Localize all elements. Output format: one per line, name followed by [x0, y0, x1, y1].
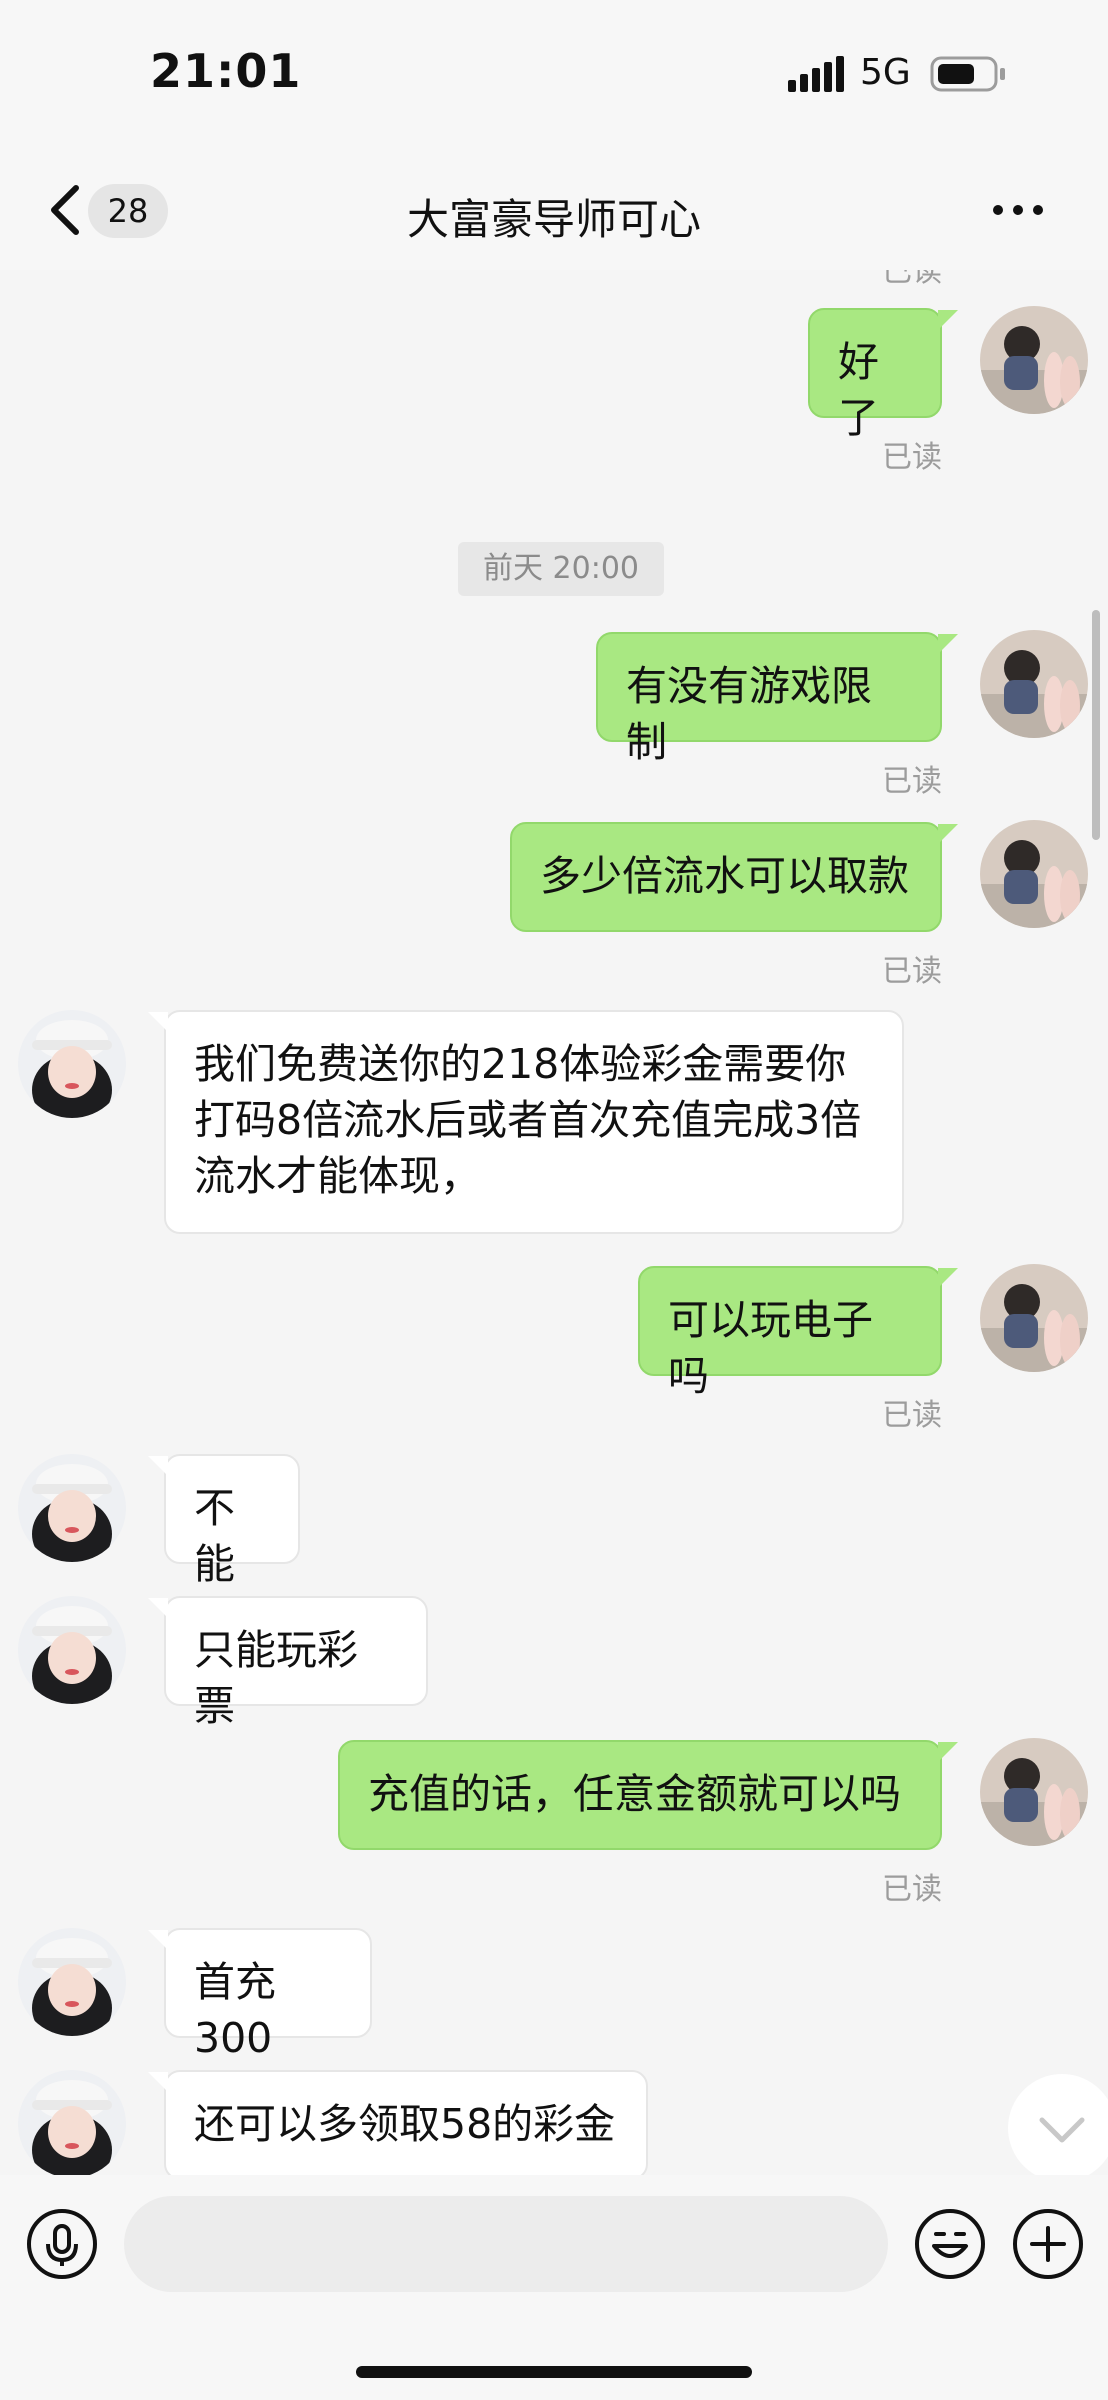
- home-indicator[interactable]: [356, 2366, 752, 2378]
- message-text: 可以玩电子吗: [668, 1296, 873, 1400]
- my-avatar[interactable]: [980, 820, 1088, 928]
- more-icon[interactable]: [990, 195, 1046, 225]
- incoming-message[interactable]: 还可以多领取58的彩金: [148, 2070, 648, 2175]
- outgoing-message[interactable]: 可以玩电子吗: [638, 1266, 958, 1400]
- my-avatar[interactable]: [980, 1264, 1088, 1372]
- signal-icon: [788, 56, 844, 92]
- contact-avatar[interactable]: [18, 2070, 126, 2175]
- read-receipt: 已读: [882, 764, 942, 799]
- my-avatar[interactable]: [980, 306, 1088, 414]
- plus-icon[interactable]: [1012, 2208, 1084, 2280]
- contact-avatar[interactable]: [18, 1454, 126, 1562]
- my-avatar[interactable]: [980, 1738, 1088, 1846]
- read-receipt: 已读: [882, 954, 942, 989]
- scroll-down-icon[interactable]: [1004, 2070, 1108, 2175]
- my-avatar[interactable]: [980, 630, 1088, 738]
- message-input[interactable]: [124, 2196, 888, 2292]
- scrollbar[interactable]: [1092, 610, 1100, 840]
- incoming-message[interactable]: 不能: [148, 1454, 300, 1588]
- message-text: 还可以多领取58的彩金: [194, 2100, 616, 2148]
- message-text: 多少倍流水可以取款: [540, 852, 909, 900]
- network-type: 5G: [860, 52, 911, 93]
- read-receipt: 已读: [882, 440, 942, 475]
- contact-avatar[interactable]: [18, 1010, 126, 1118]
- outgoing-message[interactable]: 好了: [808, 308, 958, 442]
- message-list[interactable]: 已读 好了 已读 前天 20:00 有没有游戏限制 已读 多少倍流水可以取款 已…: [0, 270, 1108, 2175]
- chat-title: 大富豪导师可心: [406, 195, 701, 244]
- message-text: 首充300: [194, 1958, 276, 2062]
- message-text: 只能玩彩票: [194, 1626, 358, 1730]
- status-time: 21:01: [150, 44, 302, 98]
- status-bar: 21:01 5G: [0, 0, 1108, 150]
- message-text: 不能: [194, 1484, 235, 1588]
- contact-avatar[interactable]: [18, 1928, 126, 2036]
- outgoing-message[interactable]: 充值的话，任意金额就可以吗: [338, 1740, 958, 1850]
- outgoing-message[interactable]: 有没有游戏限制: [596, 632, 958, 766]
- message-text: 我们免费送你的218体验彩金需要你打码8倍流水后或者首次充值完成3倍流水才能体现…: [194, 1040, 862, 1200]
- outgoing-message[interactable]: 多少倍流水可以取款: [510, 822, 958, 932]
- message-text: 有没有游戏限制: [626, 662, 872, 766]
- microphone-icon[interactable]: [26, 2208, 98, 2280]
- contact-avatar[interactable]: [18, 1596, 126, 1704]
- read-receipt: 已读: [882, 1872, 942, 1907]
- emoji-icon[interactable]: [914, 2208, 986, 2280]
- message-text: 充值的话，任意金额就可以吗: [368, 1770, 901, 1818]
- incoming-message[interactable]: 我们免费送你的218体验彩金需要你打码8倍流水后或者首次充值完成3倍流水才能体现…: [148, 1010, 904, 1234]
- timestamp-divider: 前天 20:00: [458, 542, 664, 596]
- battery-icon: [930, 56, 1005, 92]
- read-receipt: 已读: [882, 1398, 942, 1433]
- message-text: 好了: [838, 338, 879, 442]
- read-receipt: 已读: [882, 270, 942, 289]
- incoming-message[interactable]: 只能玩彩票: [148, 1596, 428, 1730]
- incoming-message[interactable]: 首充300: [148, 1928, 372, 2062]
